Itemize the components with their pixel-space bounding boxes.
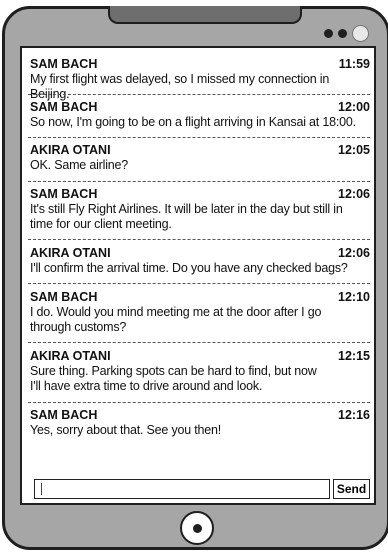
message-divider <box>28 342 370 343</box>
message-item: AKIRA OTANI 12:05 OK. Same airline? <box>30 143 370 173</box>
message-item: SAM BACH 11:59 My first flight was delay… <box>30 57 370 102</box>
message-divider <box>28 283 370 284</box>
message-time: 12:15 <box>338 349 370 363</box>
message-sender: AKIRA OTANI <box>30 349 111 363</box>
sensor-dot-icon <box>338 29 347 38</box>
message-text: I'll confirm the arrival time. Do you ha… <box>30 261 348 275</box>
home-icon <box>192 523 202 533</box>
message-divider <box>28 402 370 403</box>
message-item: SAM BACH 12:16 Yes, sorry about that. Se… <box>30 408 370 438</box>
message-time: 12:06 <box>338 246 370 260</box>
speaker-grille <box>108 6 302 24</box>
message-text: I'll have extra time to drive around and… <box>30 379 263 393</box>
message-sender: AKIRA OTANI <box>30 246 111 260</box>
message-input[interactable] <box>34 479 330 499</box>
message-time: 12:10 <box>338 290 370 304</box>
message-sender: AKIRA OTANI <box>30 143 111 157</box>
chat-screen: SAM BACH 11:59 My first flight was delay… <box>20 46 376 505</box>
send-button[interactable]: Send <box>333 479 370 499</box>
message-sender: SAM BACH <box>30 57 98 71</box>
sensor-dot-icon <box>324 29 333 38</box>
message-text: OK. Same airline? <box>30 158 129 172</box>
camera-icon <box>352 25 369 42</box>
message-sender: SAM BACH <box>30 187 98 201</box>
message-text: through customs? <box>30 320 127 334</box>
message-item: AKIRA OTANI 12:15 Sure thing. Parking sp… <box>30 349 370 394</box>
message-time: 12:16 <box>338 408 370 422</box>
message-sender: SAM BACH <box>30 100 98 114</box>
message-text: I do. Would you mind meeting me at the d… <box>30 305 322 319</box>
message-divider <box>28 94 370 95</box>
message-item: AKIRA OTANI 12:06 I'll confirm the arriv… <box>30 246 370 276</box>
text-caret <box>41 483 42 495</box>
message-text: time for our client meeting. <box>30 217 172 231</box>
message-divider <box>28 137 370 138</box>
message-text: It's still Fly Right Airlines. It will b… <box>30 202 343 216</box>
message-divider <box>28 181 370 182</box>
message-sender: SAM BACH <box>30 408 98 422</box>
message-item: SAM BACH 12:06 It's still Fly Right Airl… <box>30 187 370 232</box>
composer: Send <box>34 479 370 499</box>
message-text: Yes, sorry about that. See you then! <box>30 423 222 437</box>
message-time: 11:59 <box>338 57 370 71</box>
message-item: SAM BACH 12:00 So now, I'm going to be o… <box>30 100 370 130</box>
message-sender: SAM BACH <box>30 290 98 304</box>
message-time: 12:00 <box>338 100 370 114</box>
phone-frame: SAM BACH 11:59 My first flight was delay… <box>2 6 388 550</box>
message-divider <box>28 239 370 240</box>
message-text: My first flight was delayed, so I missed… <box>30 72 330 101</box>
message-item: SAM BACH 12:10 I do. Would you mind meet… <box>30 290 370 335</box>
message-list: SAM BACH 11:59 My first flight was delay… <box>22 48 374 503</box>
message-text: So now, I'm going to be on a flight arri… <box>30 115 356 129</box>
camera-dots <box>324 25 369 42</box>
message-text: Sure thing. Parking spots can be hard to… <box>30 364 317 378</box>
message-time: 12:05 <box>338 143 370 157</box>
message-time: 12:06 <box>338 187 370 201</box>
home-button[interactable] <box>180 511 214 545</box>
